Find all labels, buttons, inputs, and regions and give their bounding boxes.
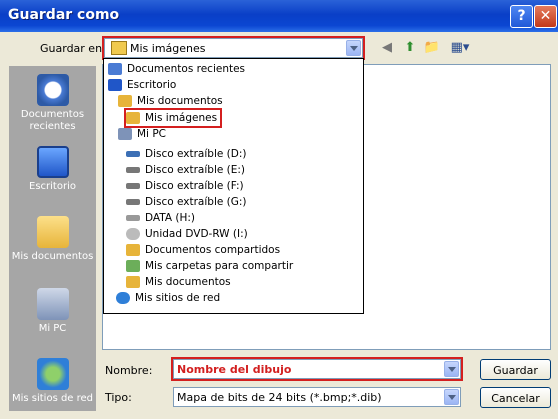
- folder-icon: [111, 41, 127, 55]
- chevron-down-icon[interactable]: [444, 361, 459, 377]
- network-icon: [116, 292, 130, 304]
- help-button[interactable]: ?: [510, 5, 533, 28]
- views-menu-icon[interactable]: ▦▾: [447, 39, 473, 57]
- filename-input[interactable]: Nombre del dibujo: [171, 357, 463, 381]
- folder-icon: [126, 276, 140, 288]
- network-icon: [36, 358, 69, 390]
- dropdown-item[interactable]: Escritorio: [108, 77, 176, 93]
- close-button[interactable]: ✕: [534, 5, 557, 28]
- up-folder-icon[interactable]: ⬆: [401, 39, 419, 57]
- filename-value: Nombre del dibujo: [177, 363, 292, 376]
- dropdown-item[interactable]: Unidad DVD-RW (I:): [126, 226, 248, 242]
- place-mydocs[interactable]: Mis documentos: [9, 216, 96, 263]
- dvd-icon: [126, 228, 140, 240]
- dropdown-item[interactable]: Mis documentos: [118, 93, 223, 109]
- dropdown-item[interactable]: Mis carpetas para compartir: [126, 258, 293, 274]
- place-label: Documentos recientes: [20, 109, 85, 132]
- drive-icon: [126, 151, 140, 157]
- dropdown-item[interactable]: Disco extraíble (G:): [126, 194, 247, 210]
- desktop-icon: [108, 79, 122, 91]
- place-label: Mis documentos: [11, 251, 94, 262]
- dropdown-item[interactable]: Mi PC: [118, 126, 166, 142]
- filetype-value: Mapa de bits de 24 bits (*.bmp;*.dib): [177, 391, 382, 404]
- dropdown-item[interactable]: Documentos compartidos: [126, 242, 280, 258]
- title-bar: Guardar como ? ✕: [0, 0, 558, 32]
- filetype-label: Tipo:: [105, 391, 132, 404]
- save-in-label: Guardar en:: [40, 42, 106, 55]
- dropdown-item[interactable]: Documentos recientes: [108, 61, 245, 77]
- dropdown-item[interactable]: Disco extraíble (F:): [126, 178, 244, 194]
- save-in-dropdown: Documentos recientes Escritorio Mis docu…: [103, 58, 364, 314]
- filename-label: Nombre:: [105, 364, 153, 377]
- place-network[interactable]: Mis sitios de red: [9, 358, 96, 405]
- new-folder-icon[interactable]: 📁: [423, 39, 441, 57]
- filetype-select[interactable]: Mapa de bits de 24 bits (*.bmp;*.dib): [173, 387, 461, 407]
- folder-icon: [118, 95, 132, 107]
- folder-icon: [126, 260, 140, 272]
- drive-icon: [126, 183, 140, 189]
- save-button[interactable]: Guardar: [480, 359, 551, 380]
- dropdown-item[interactable]: Disco extraíble (E:): [126, 162, 245, 178]
- place-desktop[interactable]: Escritorio: [9, 146, 96, 193]
- dropdown-item[interactable]: Mis documentos: [126, 274, 231, 290]
- drive-icon: [126, 199, 140, 205]
- dropdown-item[interactable]: Mis sitios de red: [116, 290, 220, 306]
- computer-icon: [118, 128, 132, 140]
- clock-icon: [36, 74, 69, 106]
- place-label: Mis sitios de red: [11, 393, 94, 404]
- place-mypc[interactable]: Mi PC: [9, 288, 96, 335]
- folder-icon: [126, 244, 140, 256]
- places-bar: Documentos recientes Escritorio Mis docu…: [9, 66, 96, 411]
- chevron-down-icon[interactable]: [346, 40, 361, 56]
- clock-icon: [108, 63, 122, 75]
- place-label: Escritorio: [29, 181, 76, 192]
- dropdown-item[interactable]: DATA (H:): [126, 210, 195, 226]
- drive-icon: [126, 167, 140, 173]
- dropdown-item-selected[interactable]: Mis imágenes: [123, 108, 223, 128]
- place-label: Mi PC: [38, 323, 67, 334]
- cancel-button[interactable]: Cancelar: [480, 387, 551, 408]
- chevron-down-icon[interactable]: [444, 389, 459, 405]
- save-in-value: Mis imágenes: [130, 42, 206, 55]
- window-title: Guardar como: [8, 7, 120, 23]
- drive-icon: [126, 215, 140, 221]
- place-recent[interactable]: Documentos recientes: [9, 74, 96, 133]
- folder-icon: [126, 112, 140, 124]
- save-in-combo[interactable]: Mis imágenes: [102, 36, 365, 60]
- computer-icon: [36, 288, 69, 320]
- folder-icon: [36, 216, 69, 248]
- desktop-icon: [36, 146, 69, 178]
- dropdown-item[interactable]: Disco extraíble (D:): [126, 146, 246, 162]
- back-icon[interactable]: ◀: [378, 39, 396, 57]
